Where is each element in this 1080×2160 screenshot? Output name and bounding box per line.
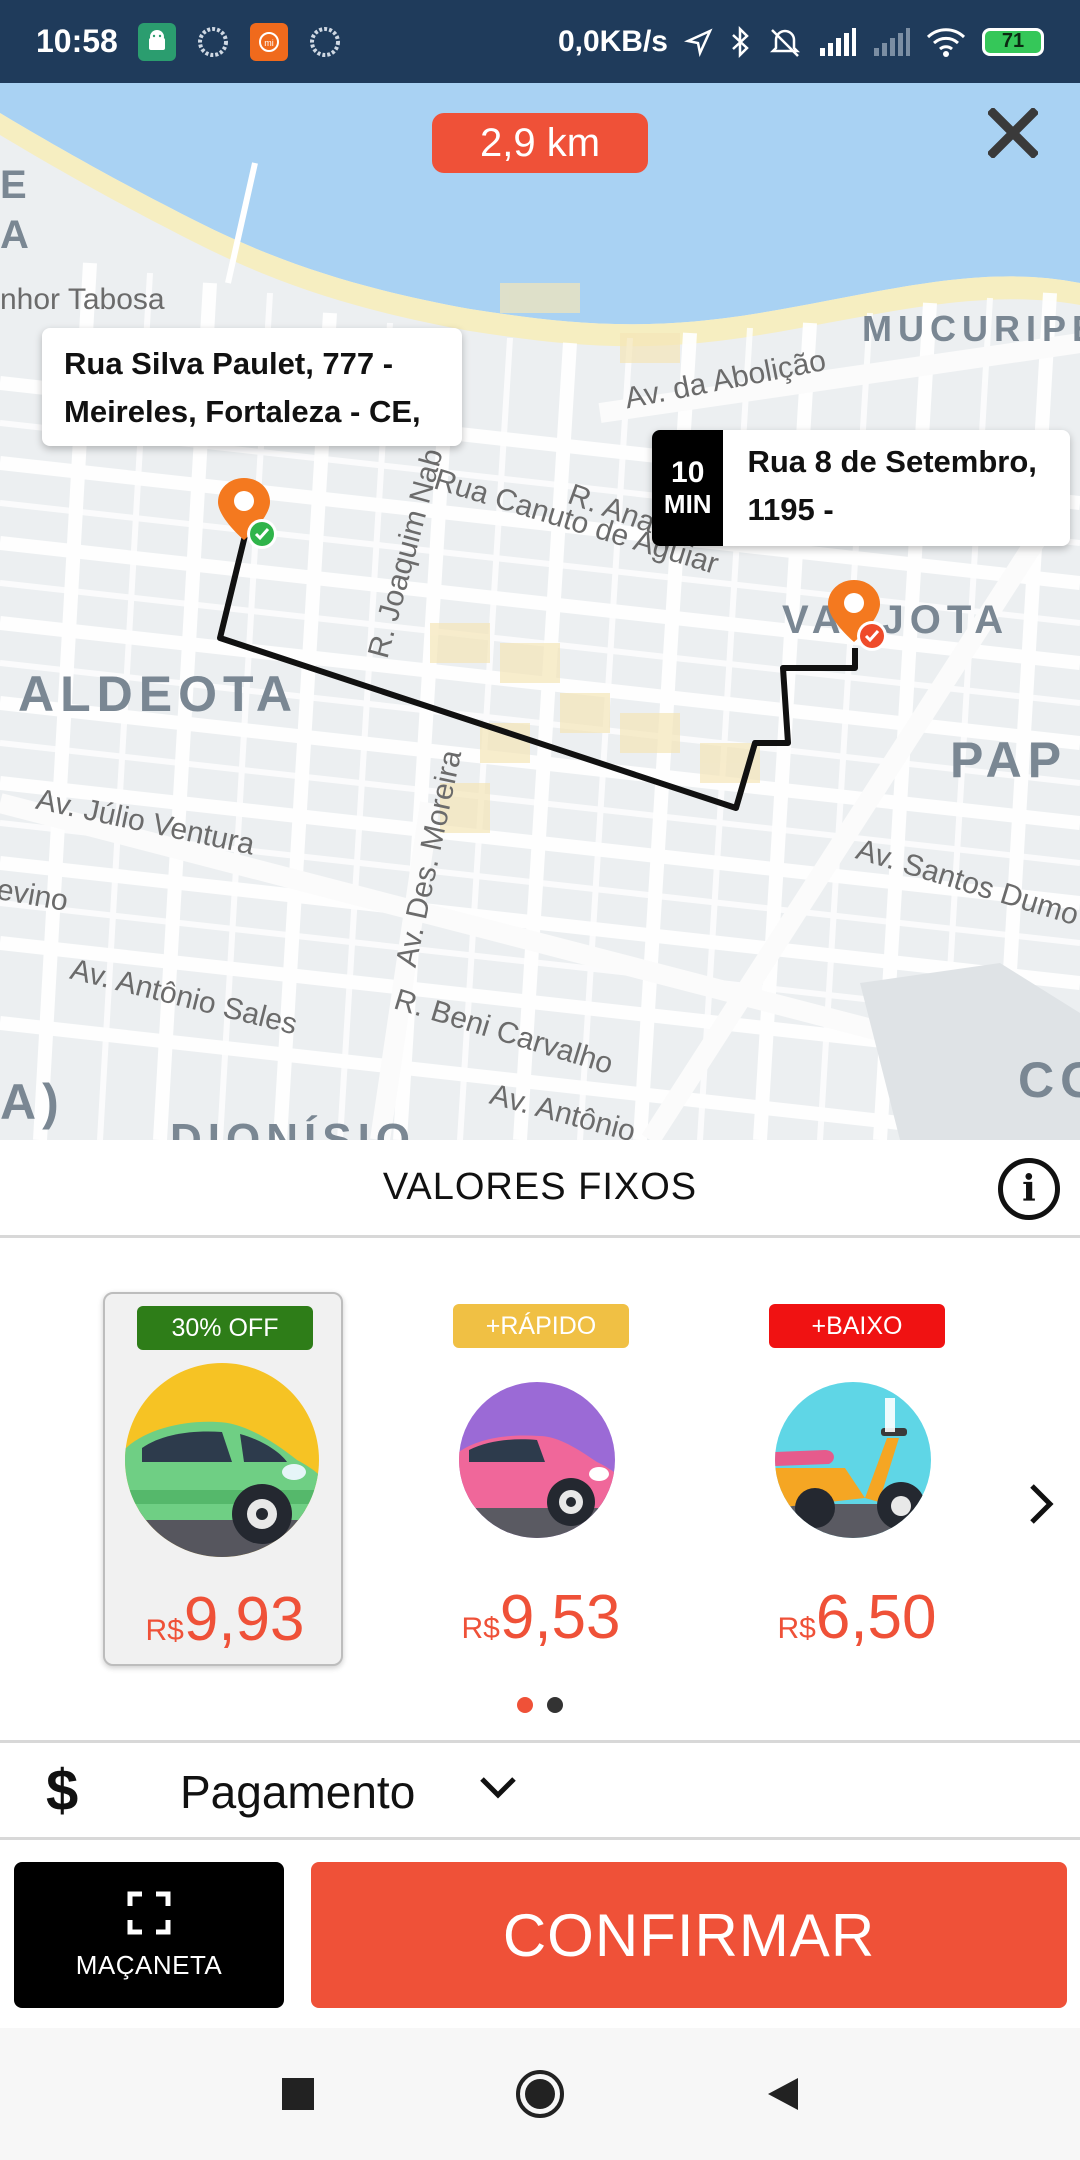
map-label: DIONÍSIO (170, 1115, 417, 1140)
circle-icon (194, 23, 232, 61)
signal-icon (874, 27, 910, 56)
payment-selector[interactable]: $ Pagamento (0, 1740, 1080, 1840)
car-pink-icon (459, 1378, 623, 1547)
map-label: E (0, 163, 27, 207)
next-options-button[interactable] (1022, 1478, 1062, 1530)
map-label: PAP (950, 732, 1068, 788)
dollar-icon: $ (46, 1758, 79, 1823)
recents-button[interactable] (270, 2066, 326, 2122)
origin-address: Rua Silva Paulet, 777 - Meireles, Fortal… (64, 346, 421, 429)
fare-option[interactable]: 30% OFF R$9,93 (103, 1292, 343, 1666)
close-button[interactable] (988, 108, 1048, 168)
fare-badge: +BAIXO (769, 1304, 945, 1348)
page-dot[interactable] (547, 1697, 563, 1713)
system-nav-bar (0, 2028, 1080, 2160)
map-label: nhor Tabosa (0, 283, 165, 316)
payment-label: Pagamento (180, 1766, 416, 1818)
fare-value: 9,93 (183, 1585, 305, 1654)
status-bar: 10:58 mi 0,0KB/s 71 (0, 0, 1080, 83)
fare-currency: R$ (777, 1612, 816, 1645)
car-green-icon (122, 1360, 322, 1565)
handle-button[interactable]: MAÇANETA (14, 1862, 284, 2008)
fare-price: R$6,50 (737, 1582, 977, 1653)
battery-level: 71 (1001, 30, 1025, 52)
fares-title: VALORES FIXOS (382, 1166, 698, 1208)
mute-icon (769, 28, 801, 57)
info-icon: i (1022, 1168, 1036, 1210)
back-triangle-icon (768, 2078, 798, 2110)
status-right: 0,0KB/s 71 (558, 0, 1044, 83)
fares-header: VALORES FIXOS i (0, 1140, 1080, 1238)
network-speed: 0,0KB/s (557, 24, 668, 58)
notification-icons: mi (137, 22, 344, 61)
svg-text:mi: mi (264, 38, 274, 48)
map-label: CO (1018, 1052, 1080, 1108)
handle-label: MAÇANETA (75, 1949, 223, 1980)
distance-badge: 2,9 km (432, 113, 648, 173)
pagination-dots (0, 1697, 1080, 1717)
home-circle-icon (516, 2070, 564, 2118)
fare-currency: R$ (461, 1612, 500, 1645)
signal-icon (820, 27, 856, 56)
close-icon (988, 108, 1038, 158)
battery-icon: 71 (982, 27, 1044, 56)
fare-price: R$9,53 (421, 1582, 661, 1653)
map-label: VARJOTA (782, 598, 1010, 642)
back-button[interactable] (754, 2066, 810, 2122)
page-dot-active[interactable] (517, 1697, 533, 1713)
circle-icon (306, 23, 344, 61)
home-button[interactable] (512, 2066, 568, 2122)
eta-value: 10 (671, 455, 705, 489)
fare-option[interactable]: +RÁPIDO R$9,53 (421, 1292, 661, 1666)
map-label: ALDEOTA (18, 666, 298, 722)
eta-unit: MIN (663, 489, 712, 520)
route-map[interactable]: nhor Tabosa E A Av. da Abolição MUCURIPE… (0, 83, 1080, 1140)
confirm-button[interactable]: CONFIRMAR (311, 1862, 1067, 2008)
destination-address-card[interactable]: 10 MIN Rua 8 de Setembro, 1195 - (652, 430, 1070, 546)
chevron-down-icon (480, 1777, 516, 1799)
destination-address: Rua 8 de Setembro, 1195 - (747, 444, 1037, 527)
map-label: MUCURIPE (862, 308, 1080, 349)
fare-value: 6,50 (815, 1583, 937, 1652)
android-icon (137, 22, 176, 61)
chevron-right-icon (1030, 1484, 1054, 1524)
scooter-icon (775, 1378, 939, 1547)
fare-badge: +RÁPIDO (453, 1304, 629, 1348)
origin-address-card[interactable]: Rua Silva Paulet, 777 - Meireles, Fortal… (42, 328, 462, 446)
fare-price: R$9,93 (105, 1584, 345, 1655)
eta-box: 10 MIN (652, 430, 724, 546)
fare-badge: 30% OFF (137, 1306, 313, 1350)
info-button[interactable]: i (998, 1158, 1060, 1220)
mi-icon: mi (249, 22, 288, 61)
map-label: A) (0, 1074, 65, 1130)
bluetooth-icon (732, 25, 749, 58)
wifi-icon (926, 27, 966, 57)
fare-currency: R$ (145, 1614, 184, 1647)
location-arrow-icon (684, 27, 713, 57)
fare-value: 9,53 (499, 1583, 621, 1652)
status-time: 10:58 (36, 23, 118, 59)
map-label: A (0, 213, 29, 257)
square-icon (282, 2078, 314, 2110)
fullscreen-icon (127, 1891, 171, 1934)
fare-option[interactable]: +BAIXO R$6,50 (737, 1292, 977, 1666)
